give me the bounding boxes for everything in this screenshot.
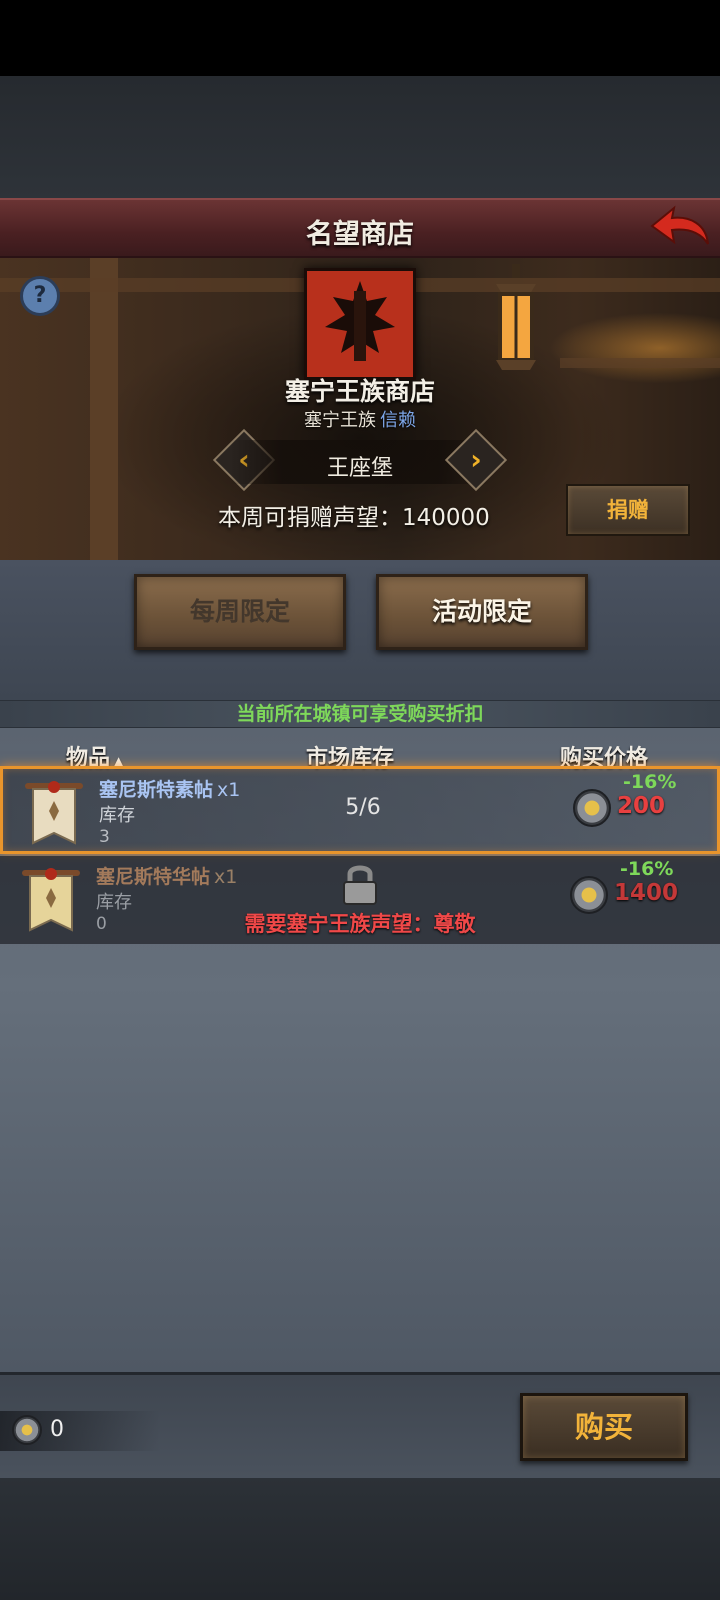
item-name-text: 塞尼斯特素帖 xyxy=(99,779,214,801)
coin-icon xyxy=(12,1415,42,1445)
title-bar: 名望商店 xyxy=(0,198,720,258)
chevron-right-icon: › xyxy=(470,443,482,476)
item-name: 塞尼斯特华帖 x1 xyxy=(96,862,237,889)
tab-event-limited[interactable]: 活动限定 xyxy=(376,574,588,650)
bottom-bar: 0 购买 xyxy=(0,1372,720,1478)
table-row[interactable]: 塞尼斯特华帖 x1 库存 0 需要塞宁王族声望：尊敬 -16% 1400 xyxy=(0,856,720,944)
faction-name: 塞宁王族 xyxy=(304,410,376,431)
table-row[interactable]: 塞尼斯特素帖 x1 库存 3 5/6 -16% 200 xyxy=(0,766,720,854)
scroll-banner-icon xyxy=(25,781,83,845)
tabs-area: 每周限定 活动限定 xyxy=(0,560,720,700)
page-title: 名望商店 xyxy=(306,219,414,250)
lock-requirement: 需要塞宁王族声望：尊敬 xyxy=(244,912,476,936)
currency-amount: 0 xyxy=(50,1417,64,1442)
faction-crest-icon xyxy=(304,268,416,380)
help-button[interactable]: ? xyxy=(20,276,60,316)
buy-button[interactable]: 购买 xyxy=(520,1393,688,1461)
coin-icon xyxy=(573,789,611,827)
stock-value: 3 xyxy=(99,827,110,847)
shop-banner: ? 塞宁王族商店 塞宁王族信赖 ‹ 王座堡 › 本周可捐赠声望：140000 捐… xyxy=(0,258,720,560)
item-price: 1400 xyxy=(614,880,679,906)
weekly-donation-limit: 本周可捐赠声望：140000 xyxy=(218,505,490,531)
lantern-icon xyxy=(496,264,536,370)
donate-button[interactable]: 捐赠 xyxy=(566,484,690,536)
stock-label: 库存 xyxy=(99,805,135,826)
item-quantity: x1 xyxy=(217,779,241,801)
top-background xyxy=(0,76,720,198)
back-arrow-icon[interactable] xyxy=(648,204,712,254)
discount-notice: 当前所在城镇可享受购买折扣 xyxy=(0,700,720,728)
currency-display: 0 xyxy=(0,1411,160,1451)
item-list: 物品 ▲ 市场库存 购买价格 塞尼斯特素帖 x1 库存 3 5/6 -16% 200… xyxy=(0,728,720,1372)
status-bar xyxy=(0,0,720,76)
item-name-text: 塞尼斯特华帖 xyxy=(96,866,211,888)
bottom-background xyxy=(0,1478,720,1600)
shop-name: 塞宁王族商店 xyxy=(284,377,435,406)
wood-shelf xyxy=(560,358,720,368)
item-price: 200 xyxy=(617,793,666,819)
trust-level: 信赖 xyxy=(380,410,416,431)
lock-icon xyxy=(343,865,377,905)
faction-standing: 塞宁王族 信赖 xyxy=(0,406,720,432)
discount-percent: -16% xyxy=(623,771,677,793)
item-quantity: x1 xyxy=(214,866,238,888)
item-name: 塞尼斯特素帖 x1 xyxy=(99,775,240,802)
tab-weekly-limited[interactable]: 每周限定 xyxy=(134,574,346,650)
discount-percent: -16% xyxy=(620,858,674,880)
coin-icon xyxy=(570,876,608,914)
market-stock: 5/6 xyxy=(345,795,381,820)
